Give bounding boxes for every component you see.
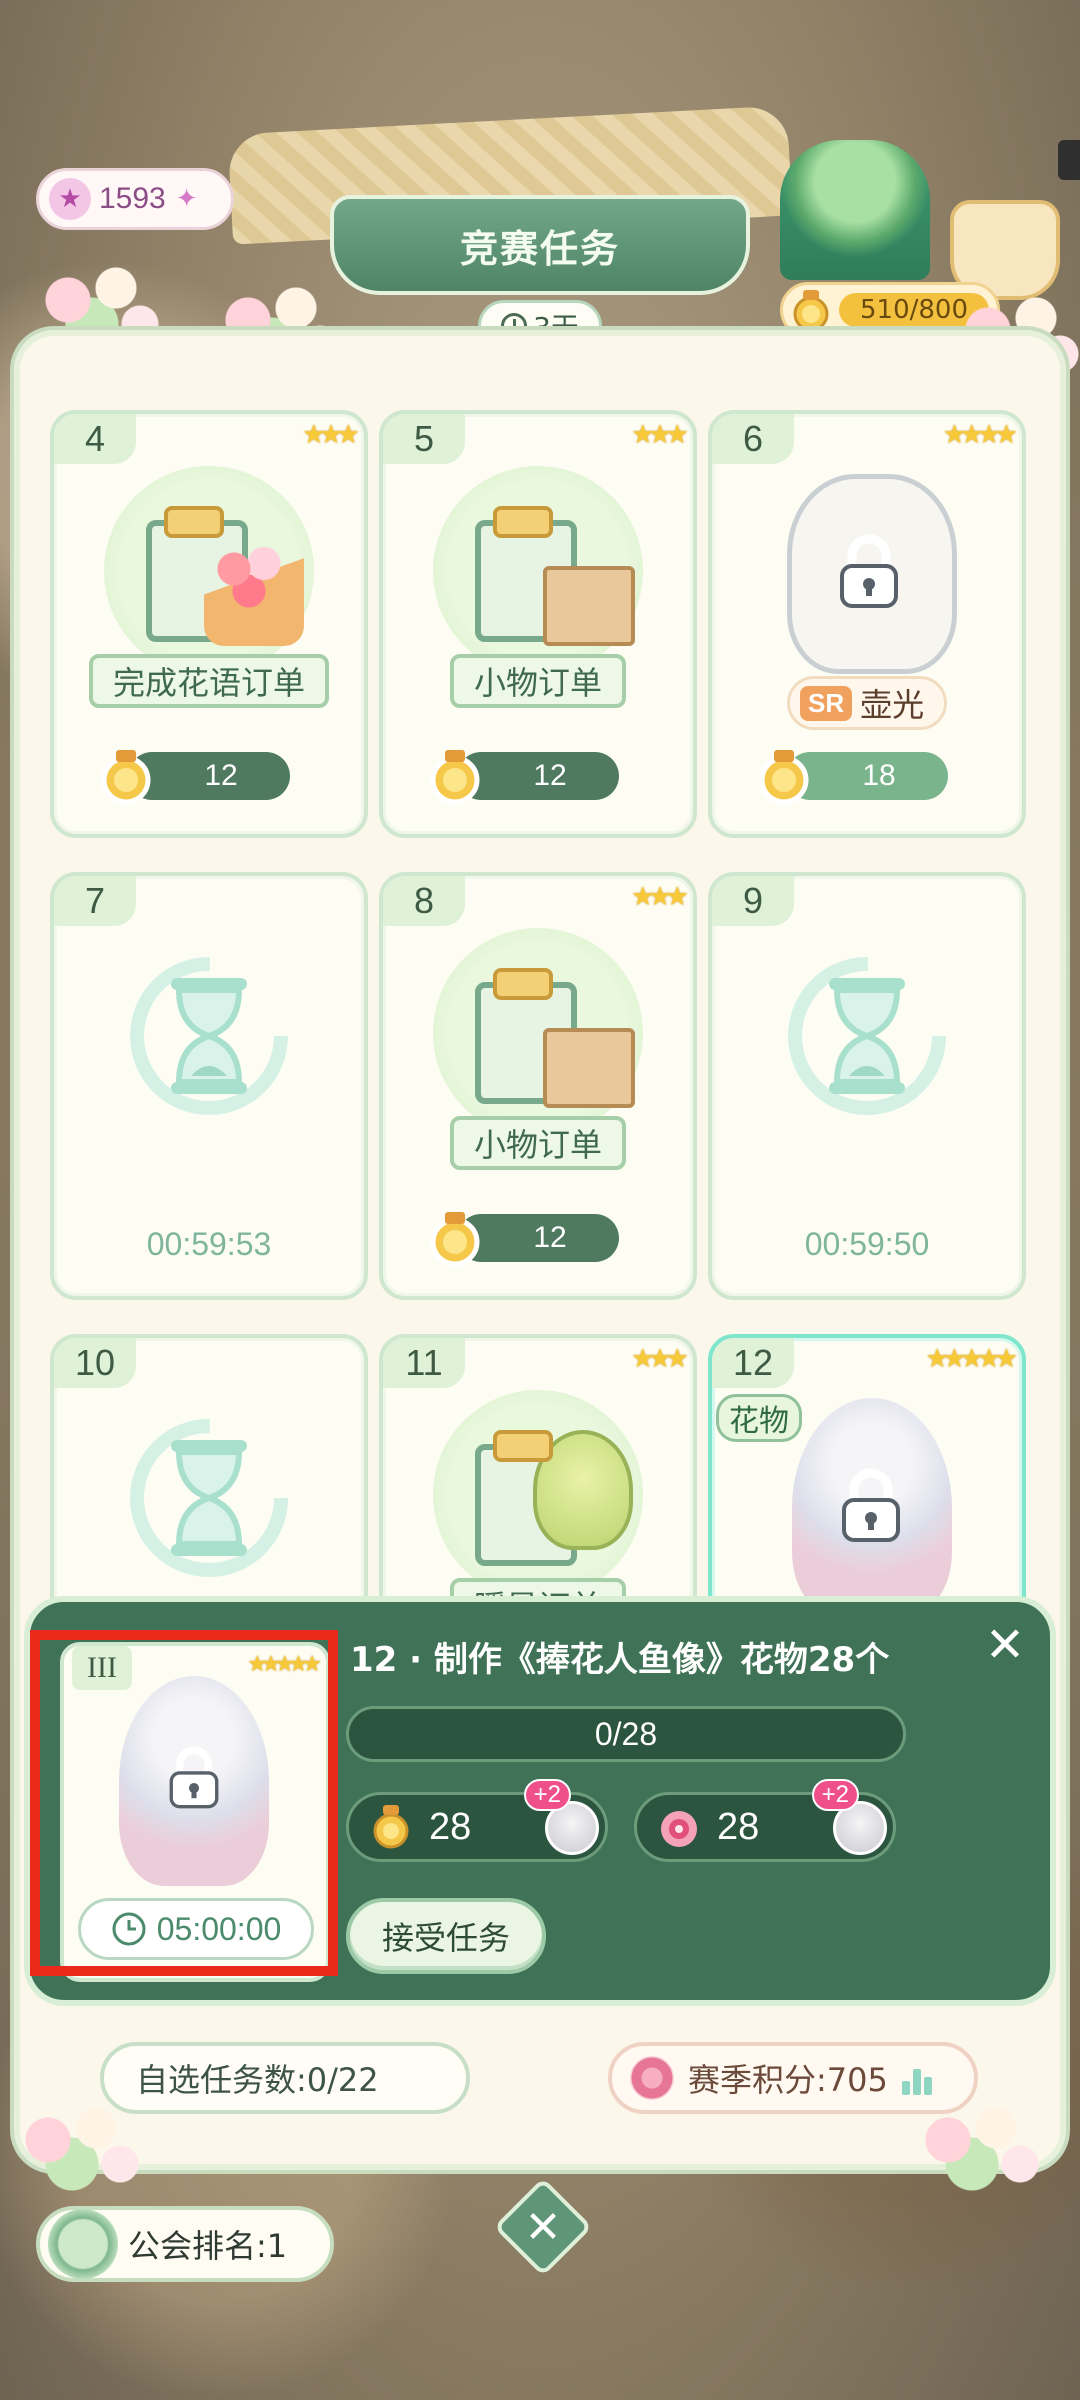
reward-badge: 12 xyxy=(101,750,290,805)
reward-points: 28 +2 xyxy=(634,1779,896,1862)
task-card-9[interactable]: 9 00:59:50 xyxy=(708,872,1026,1300)
hourglass-icon xyxy=(130,1419,288,1577)
reward-amount: 12 xyxy=(204,759,238,792)
task-progress: 0/28 xyxy=(346,1706,906,1762)
task-card-8[interactable]: 8 ★★★ 小物订单 12 xyxy=(379,872,697,1300)
item-name: 壶光 xyxy=(860,686,925,724)
reward-medals: 28 +2 xyxy=(346,1779,608,1862)
flower-decoration xyxy=(900,2080,1060,2200)
star-rating: ★★★ xyxy=(302,420,360,450)
rarity-badge: SR xyxy=(800,685,853,721)
star-gem-icon: ★ xyxy=(49,178,91,220)
self-task-count-text: 自选任务数:0/22 xyxy=(136,2061,379,2099)
task-card-11[interactable]: 11 ★★★ 瞬星订单 xyxy=(379,1334,697,1610)
page-title: 竞赛任务 xyxy=(459,226,620,271)
task-label: 完成花语订单 xyxy=(88,654,330,708)
card-number: 12 xyxy=(712,1338,794,1388)
medal-icon xyxy=(430,1212,480,1267)
task-grid[interactable]: 4 ★★★ 完成花语订单 12 5 ★★★ 小物订单 12 6 ★★★★ SR … xyxy=(40,340,1040,1610)
close-icon: ✕ xyxy=(524,2201,562,2253)
guild-rank-text: 公会排名:1 xyxy=(128,2227,288,2265)
balloon-icon xyxy=(533,1430,633,1550)
clipboard-icon xyxy=(433,928,643,1138)
clipboard-icon xyxy=(104,466,314,676)
reward-amount: 12 xyxy=(533,1221,567,1254)
flower-decoration xyxy=(0,2080,160,2200)
card-number: 4 xyxy=(54,414,136,464)
task-card-5[interactable]: 5 ★★★ 小物订单 12 xyxy=(379,410,697,838)
reward-medals-amount: 28 xyxy=(429,1805,472,1848)
leaf-house-decoration xyxy=(780,140,930,280)
task-card-12[interactable]: 12 ★★★★★ 花物 xyxy=(708,1334,1026,1610)
lock-icon xyxy=(840,534,898,608)
card-number: 8 xyxy=(383,876,465,926)
clipboard-icon xyxy=(433,1390,643,1600)
bonus-badge: +2 xyxy=(811,1779,859,1811)
card-number: 10 xyxy=(54,1338,136,1388)
reward-points-amount: 28 xyxy=(717,1805,760,1848)
category-tag: 花物 xyxy=(716,1394,802,1442)
medal-icon xyxy=(101,750,151,805)
season-points-text: 赛季积分:705 xyxy=(688,2061,888,2099)
hourglass-icon xyxy=(130,957,288,1115)
bouquet-icon xyxy=(204,536,304,646)
cooldown-timer: 00:59:50 xyxy=(804,1226,930,1262)
card-number: 11 xyxy=(383,1338,465,1388)
card-number: 6 xyxy=(712,414,794,464)
reward-amount: 12 xyxy=(533,759,567,792)
task-card-10[interactable]: 10 xyxy=(50,1334,368,1610)
highlight-box xyxy=(30,1630,338,1976)
flower-points-icon xyxy=(630,2056,674,2100)
reward-badge: 12 xyxy=(430,1212,619,1267)
card-number: 7 xyxy=(54,876,136,926)
medal-icon xyxy=(373,1805,409,1849)
clipboard-icon xyxy=(433,466,643,676)
card-number: 9 xyxy=(712,876,794,926)
close-icon[interactable]: ✕ xyxy=(980,1620,1030,1670)
star-rating: ★★★ xyxy=(631,420,689,450)
sparkle-icon: ✦ xyxy=(175,184,198,214)
medal-icon xyxy=(793,290,829,332)
title-banner: 竞赛任务 xyxy=(330,195,750,295)
task-card-7[interactable]: 7 00:59:53 xyxy=(50,872,368,1300)
trophy-icon xyxy=(48,2209,118,2279)
card-number: 5 xyxy=(383,414,465,464)
guild-rank[interactable]: 公会排名:1 xyxy=(36,2206,334,2282)
star-rating: ★★★ xyxy=(631,882,689,912)
box-icon xyxy=(543,1028,635,1108)
lock-icon xyxy=(842,1468,900,1542)
task-title: 12 · 制作《捧花人鱼像》花物28个 xyxy=(350,1640,890,1680)
star-rating: ★★★★★ xyxy=(925,1344,1018,1374)
task-card-4[interactable]: 4 ★★★ 完成花语订单 12 xyxy=(50,410,368,838)
hourglass-icon xyxy=(788,957,946,1115)
reward-badge: 12 xyxy=(430,750,619,805)
reward-badge: 18 xyxy=(759,750,948,805)
star-rating: ★★★★ xyxy=(942,420,1018,450)
gem-counter[interactable]: ★ 1593 ✦ xyxy=(36,168,234,230)
gem-count: 1593 xyxy=(99,182,166,215)
side-expand-tab[interactable] xyxy=(1058,140,1080,180)
task-label: 小物订单 xyxy=(449,654,627,708)
flower-points-icon xyxy=(661,1811,697,1847)
medal-icon xyxy=(759,750,809,805)
item-name-pill: SR 壶光 xyxy=(787,676,947,730)
accept-task-button[interactable]: 接受任务 xyxy=(346,1898,546,1974)
cooldown-timer: 00:59:53 xyxy=(146,1226,272,1262)
reward-amount: 18 xyxy=(862,759,896,792)
star-rating: ★★★ xyxy=(631,1344,689,1374)
bonus-badge: +2 xyxy=(523,1779,571,1811)
task-card-6[interactable]: 6 ★★★★ SR 壶光 18 xyxy=(708,410,1026,838)
medal-icon xyxy=(430,750,480,805)
box-icon xyxy=(543,566,635,646)
task-label: 小物订单 xyxy=(449,1116,627,1170)
